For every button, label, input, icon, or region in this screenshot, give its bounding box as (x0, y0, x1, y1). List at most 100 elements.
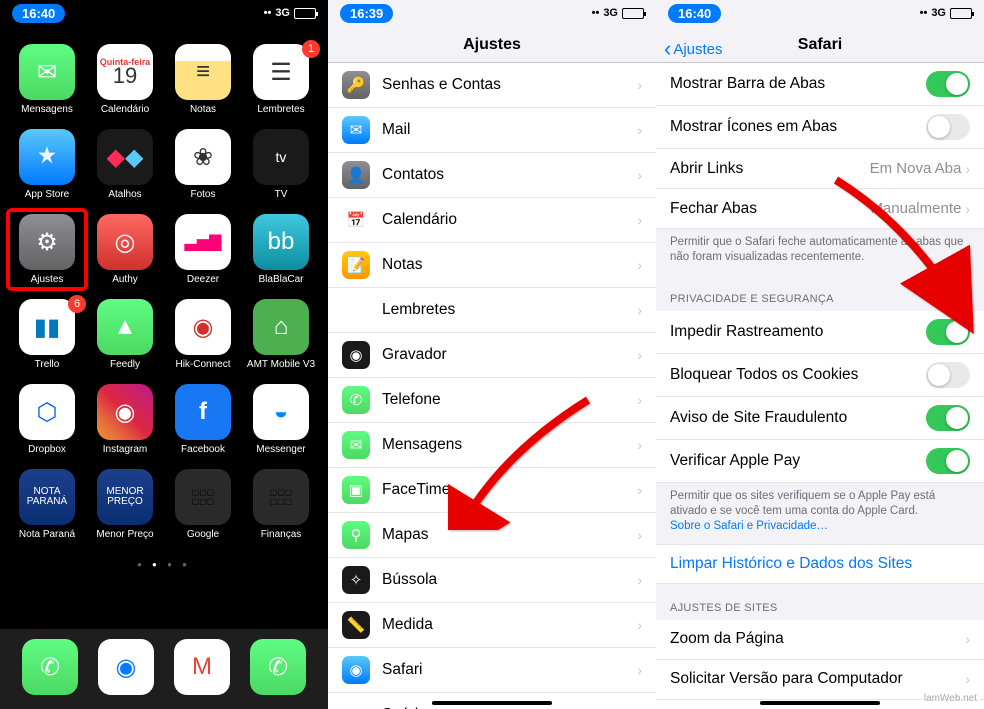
row-icon: ◉ (342, 656, 370, 684)
facebook-icon: f (175, 384, 231, 440)
section-header-sites: AJUSTES DE SITES (656, 584, 984, 620)
toggle-switch[interactable] (926, 71, 970, 97)
settings-row-lembretes[interactable]: ☑Lembretes (328, 288, 656, 333)
settings-row-bússola[interactable]: ✧ Bússola (328, 558, 656, 603)
clear-history-link[interactable]: Limpar Histórico e Dados dos Sites (670, 555, 912, 572)
settings-row-telefone[interactable]: ✆Telefone (328, 378, 656, 423)
settings-row-calendário[interactable]: 📅Calendário (328, 198, 656, 243)
settings-row-gravador[interactable]: ◉Gravador (328, 333, 656, 378)
app-messenger[interactable]: ◒Messenger (246, 384, 316, 455)
row-value: Em Nova Aba (870, 160, 962, 177)
trello-icon: ▮▮ (19, 299, 75, 355)
page-indicator[interactable]: ● ● ● ● (0, 560, 328, 569)
chevron-icon (965, 201, 970, 217)
settings-list[interactable]: 🔑Senhas e Contas✉Mail👤Contatos📅Calendári… (328, 63, 656, 709)
app-feedly[interactable]: ▲Feedly (90, 299, 160, 370)
safari-settings-list: Mostrar Barra de Abas Mostrar Ícones em A… (656, 63, 984, 709)
settings-row-mail[interactable]: ✉Mail (328, 108, 656, 153)
row-icon: 📅 (342, 206, 370, 234)
app-appstore[interactable]: App Store (12, 129, 82, 200)
app-dropbox[interactable]: ⬡Dropbox (12, 384, 82, 455)
row-label: Bloquear Todos os Cookies (670, 366, 926, 384)
home-screen: 16:40 •• 3G ✉Mensagens Quinta-feira19Cal… (0, 0, 328, 709)
dock-safari-icon[interactable]: ◉ (98, 639, 154, 695)
row-label: Mostrar Barra de Abas (670, 75, 926, 93)
settings-row-contatos[interactable]: 👤Contatos (328, 153, 656, 198)
settings-row-notas[interactable]: 📝Notas (328, 243, 656, 288)
photos-icon: ❀ (175, 129, 231, 185)
settings-row-mensagens[interactable]: ✉Mensagens (328, 423, 656, 468)
row-icon: ✉ (342, 116, 370, 144)
app-hikconnect[interactable]: ◉Hik-Connect (168, 299, 238, 370)
app-lembretes[interactable]: ☰1Lembretes (246, 44, 316, 115)
app-instagram[interactable]: ◉Instagram (90, 384, 160, 455)
app-tv[interactable]: tvTV (246, 129, 316, 200)
row-icon: ✧ (342, 566, 370, 594)
setting-row[interactable]: Bloquear Todos os Cookies (656, 354, 984, 397)
app-deezer[interactable]: ▃▅▇Deezer (168, 214, 238, 285)
back-button[interactable]: Ajustes (664, 36, 723, 62)
setting-row[interactable]: Fechar AbasManualmente (656, 189, 984, 229)
setting-row[interactable]: Abrir LinksEm Nova Aba (656, 149, 984, 189)
nav-header: Ajustes (328, 26, 656, 63)
row-label: Bússola (382, 571, 637, 589)
chevron-icon (965, 161, 970, 177)
chevron-icon (637, 122, 642, 138)
settings-row-medida[interactable]: 📏Medida (328, 603, 656, 648)
page-title: Safari (798, 36, 842, 53)
setting-row[interactable]: Impedir Rastreamento (656, 311, 984, 354)
authy-icon: ◎ (97, 214, 153, 270)
setting-row[interactable]: Mostrar Barra de Abas (656, 63, 984, 106)
signal-icon: •• (264, 7, 272, 19)
status-time: 16:40 (668, 4, 721, 23)
row-icon: ☑ (342, 296, 370, 324)
row-label: Solicitar Versão para Computador (670, 670, 965, 688)
settings-row-senhas-e-contas[interactable]: 🔑Senhas e Contas (328, 63, 656, 108)
app-amtmobile[interactable]: ⌂AMT Mobile V3 (246, 299, 316, 370)
row-icon: 📏 (342, 611, 370, 639)
appstore-icon (19, 129, 75, 185)
app-notaparana[interactable]: NOTAPARANÁNota Paraná (12, 469, 82, 540)
home-indicator[interactable] (432, 701, 552, 705)
dock-whatsapp-icon[interactable]: ✆ (250, 639, 306, 695)
settings-row-facetime[interactable]: ▣FaceTime (328, 468, 656, 513)
nav-header: Ajustes Safari (656, 26, 984, 63)
settings-row-mapas[interactable]: ⚲Mapas (328, 513, 656, 558)
settings-row-safari[interactable]: ◉Safari (328, 648, 656, 693)
app-mensagens[interactable]: ✉Mensagens (12, 44, 82, 115)
folder-google[interactable]: ▢▢▢▢▢▢Google (168, 469, 238, 540)
badge: 6 (68, 295, 86, 313)
about-privacy-link[interactable]: Sobre o Safari e Privacidade… (670, 520, 828, 532)
app-menorpreco[interactable]: MENORPREÇOMenor Preço (90, 469, 160, 540)
app-authy[interactable]: ◎Authy (90, 214, 160, 285)
setting-row[interactable]: Mostrar Ícones em Abas (656, 106, 984, 149)
home-apps-grid: ✉Mensagens Quinta-feira19Calendário ≡Not… (0, 26, 328, 540)
app-fotos[interactable]: ❀Fotos (168, 129, 238, 200)
watermark: lamWeb.net (921, 692, 980, 705)
clear-history-row[interactable]: Limpar Histórico e Dados dos Sites (656, 544, 984, 584)
app-facebook[interactable]: fFacebook (168, 384, 238, 455)
setting-row[interactable]: Verificar Apple Pay (656, 440, 984, 483)
toggle-switch[interactable] (926, 448, 970, 474)
dock-phone-icon[interactable]: ✆ (22, 639, 78, 695)
row-label: Gravador (382, 346, 637, 364)
app-atalhos[interactable]: ◆◆Atalhos (90, 129, 160, 200)
folder-financas[interactable]: ▢▢▢▢▢▢Finanças (246, 469, 316, 540)
app-trello[interactable]: ▮▮6Trello (12, 299, 82, 370)
app-ajustes-highlighted[interactable]: ⚙Ajustes (6, 208, 88, 291)
row-icon: 👤 (342, 161, 370, 189)
home-indicator[interactable] (760, 701, 880, 705)
chevron-icon (637, 662, 642, 678)
app-notas[interactable]: ≡Notas (168, 44, 238, 115)
toggle-switch[interactable] (926, 319, 970, 345)
app-blablacar[interactable]: bbBlaBlaCar (246, 214, 316, 285)
dock-gmail-icon[interactable]: M (174, 639, 230, 695)
toggle-switch[interactable] (926, 114, 970, 140)
notaparana-icon: NOTAPARANÁ (19, 469, 75, 525)
dock: ✆ ◉ M ✆ (0, 629, 328, 709)
app-calendario[interactable]: Quinta-feira19Calendário (90, 44, 160, 115)
toggle-switch[interactable] (926, 405, 970, 431)
setting-row[interactable]: Aviso de Site Fraudulento (656, 397, 984, 440)
toggle-switch[interactable] (926, 362, 970, 388)
setting-row[interactable]: Zoom da Página (656, 620, 984, 660)
